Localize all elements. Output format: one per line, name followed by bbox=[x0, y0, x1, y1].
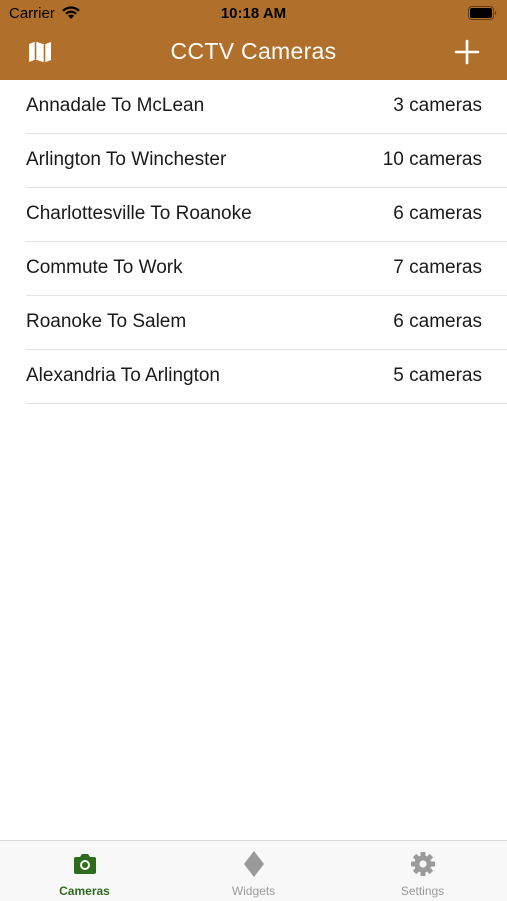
camera-count: 3 cameras bbox=[393, 95, 482, 116]
battery-icon bbox=[468, 6, 497, 20]
route-name: Annadale To McLean bbox=[26, 95, 205, 116]
diamond-icon bbox=[243, 851, 264, 877]
list-item[interactable]: Arlington To Winchester 10 cameras bbox=[26, 134, 507, 188]
tab-label: Cameras bbox=[59, 884, 110, 898]
route-name: Charlottesville To Roanoke bbox=[26, 203, 252, 224]
camera-count: 7 cameras bbox=[393, 257, 482, 278]
plus-icon bbox=[454, 39, 480, 65]
camera-count: 6 cameras bbox=[393, 203, 482, 224]
route-name: Arlington To Winchester bbox=[26, 149, 227, 170]
tab-settings[interactable]: Settings bbox=[338, 841, 507, 901]
camera-count: 5 cameras bbox=[393, 365, 482, 386]
camera-count: 6 cameras bbox=[393, 311, 482, 332]
tab-cameras[interactable]: Cameras bbox=[0, 841, 169, 901]
header: Carrier 10:18 AM CCTV Cameras bbox=[0, 0, 507, 80]
tab-widgets[interactable]: Widgets bbox=[169, 841, 338, 901]
route-name: Alexandria To Arlington bbox=[26, 365, 220, 386]
navigation-bar: CCTV Cameras bbox=[0, 28, 507, 80]
list-item[interactable]: Commute To Work 7 cameras bbox=[26, 242, 507, 296]
page-title: CCTV Cameras bbox=[170, 38, 337, 64]
list-item[interactable]: Alexandria To Arlington 5 cameras bbox=[26, 350, 507, 404]
tab-label: Settings bbox=[400, 884, 445, 898]
camera-count: 10 cameras bbox=[382, 149, 482, 170]
camera-icon bbox=[73, 854, 96, 874]
list-item[interactable]: Charlottesville To Roanoke 6 cameras bbox=[26, 188, 507, 242]
tab-bar: Cameras Widgets Settings bbox=[0, 840, 507, 901]
list-item[interactable]: Annadale To McLean 3 cameras bbox=[26, 80, 507, 134]
add-button[interactable] bbox=[453, 38, 481, 66]
tab-label: Widgets bbox=[231, 884, 276, 898]
status-bar: Carrier 10:18 AM bbox=[0, 0, 507, 28]
clock-time: 10:18 AM bbox=[220, 5, 287, 22]
route-name: Roanoke To Salem bbox=[26, 311, 187, 332]
list-item[interactable]: Roanoke To Salem 6 cameras bbox=[26, 296, 507, 350]
camera-route-list: Annadale To McLean 3 cameras Arlington T… bbox=[0, 80, 507, 404]
gear-icon bbox=[410, 852, 435, 876]
route-name: Commute To Work bbox=[26, 257, 183, 278]
